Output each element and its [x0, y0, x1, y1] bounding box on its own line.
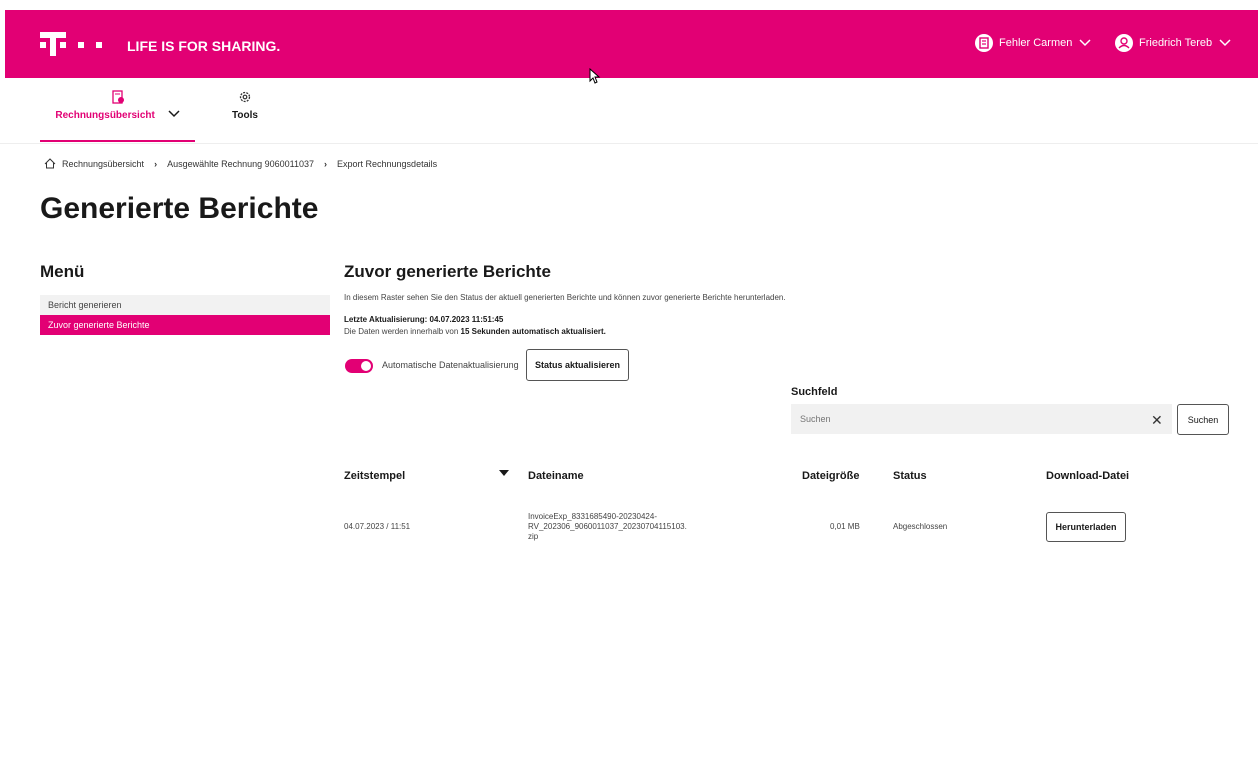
top-header: LIFE IS FOR SHARING. Fehler Carmen Fried… — [5, 10, 1258, 78]
chevron-right-icon: › — [324, 158, 328, 169]
auto-update-note: Die Daten werden innerhalb von 15 Sekund… — [344, 327, 606, 336]
breadcrumb: Rechnungsübersicht › Ausgewählte Rechnun… — [44, 158, 437, 169]
filename-line: InvoiceExp_8331685490-20230424- — [528, 512, 657, 521]
search-label: Suchfeld — [791, 386, 838, 398]
auto-refresh-toggle[interactable] — [345, 359, 373, 373]
breadcrumb-item[interactable]: Ausgewählte Rechnung 9060011037 — [167, 159, 314, 169]
cell-size: 0,01 MB — [830, 522, 860, 531]
status-refresh-button[interactable]: Status aktualisieren — [526, 349, 629, 381]
main-nav: Rechnungsübersicht Tools — [0, 78, 1258, 144]
telekom-logo[interactable] — [40, 30, 110, 58]
gear-icon — [239, 91, 251, 103]
user-icon — [1115, 34, 1133, 52]
breadcrumb-item-current: Export Rechnungsdetails — [337, 158, 438, 169]
chevron-down-icon[interactable] — [168, 110, 180, 118]
cell-timestamp: 04.07.2023 / 11:51 — [344, 522, 411, 531]
menu-item-zuvor-generierte-berichte[interactable]: Zuvor generierte Berichte — [40, 315, 330, 335]
nav-item-rechnungsuebersicht[interactable]: Rechnungsübersicht — [40, 78, 195, 142]
filename-line: RV_202306_9060011037_20230704115103. — [528, 522, 687, 531]
chevron-down-icon — [1079, 39, 1091, 47]
account-switcher-user[interactable]: Friedrich Tereb — [1115, 34, 1232, 52]
account-company-label: Fehler Carmen — [999, 37, 1073, 49]
building-icon — [975, 34, 993, 52]
filename-line: zip — [528, 532, 539, 541]
account-user-label: Friedrich Tereb — [1139, 37, 1213, 49]
sort-desc-icon[interactable] — [499, 470, 509, 476]
auto-note-bold: 15 Sekunden automatisch aktualisiert. — [460, 327, 606, 336]
window-top-strip — [0, 0, 1258, 10]
last-update-text: Letzte Aktualisierung: 04.07.2023 11:51:… — [344, 315, 504, 324]
column-header-dateigroesse[interactable]: Dateigröße — [802, 470, 859, 482]
section-description: In diesem Raster sehen Sie den Status de… — [344, 293, 786, 302]
chevron-down-icon — [1219, 39, 1231, 47]
search-input[interactable] — [791, 404, 1172, 434]
cell-filename: InvoiceExp_8331685490-20230424- RV_20230… — [528, 512, 687, 542]
close-icon[interactable]: ✕ — [1151, 412, 1163, 429]
auto-refresh-label: Automatische Datenaktualisierung — [382, 360, 519, 370]
home-icon[interactable] — [44, 158, 56, 169]
side-menu: Bericht generieren Zuvor generierte Beri… — [40, 295, 330, 335]
download-button[interactable]: Herunterladen — [1046, 512, 1126, 542]
column-header-dateiname[interactable]: Dateiname — [528, 470, 584, 482]
breadcrumb-item[interactable]: Rechnungsübersicht — [62, 159, 144, 169]
cell-status: Abgeschlossen — [893, 522, 948, 531]
nav-item-label: Tools — [232, 110, 258, 121]
menu-title: Menü — [40, 262, 85, 281]
page-title: Generierte Berichte — [40, 192, 319, 225]
nav-item-tools[interactable]: Tools — [220, 78, 270, 142]
column-header-download: Download-Datei — [1046, 470, 1130, 482]
column-header-status[interactable]: Status — [893, 470, 927, 482]
nav-item-label: Rechnungsübersicht — [55, 110, 155, 121]
brand-slogan: LIFE IS FOR SHARING. — [127, 38, 281, 54]
menu-item-bericht-generieren[interactable]: Bericht generieren — [40, 295, 330, 315]
auto-note-text: Die Daten werden innerhalb von — [344, 327, 461, 336]
search-button[interactable]: Suchen — [1177, 404, 1229, 435]
invoice-icon — [111, 90, 124, 104]
column-header-zeitstempel[interactable]: Zeitstempel — [344, 470, 405, 482]
section-title: Zuvor generierte Berichte — [344, 262, 551, 281]
account-switcher-company[interactable]: Fehler Carmen — [975, 34, 1092, 52]
chevron-right-icon: › — [154, 158, 158, 169]
